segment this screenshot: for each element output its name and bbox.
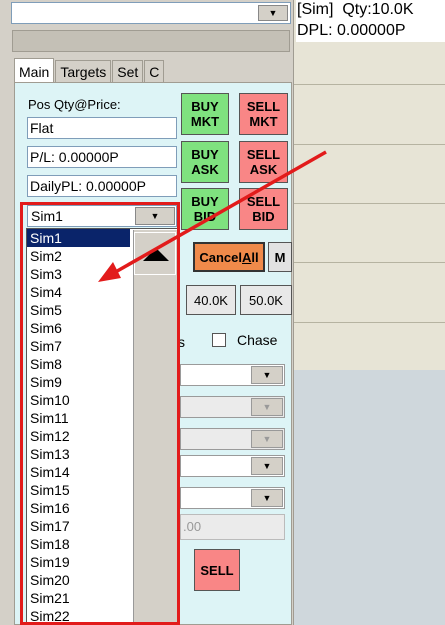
- account-combo-value: Sim1: [31, 208, 63, 224]
- chevron-down-icon[interactable]: ▼: [258, 5, 288, 21]
- chart-lower-region: [294, 370, 445, 625]
- dropdown-item[interactable]: Sim7: [27, 337, 130, 355]
- dropdown-item[interactable]: Sim16: [27, 499, 130, 517]
- partial-label: s: [178, 334, 185, 350]
- dropdown-item[interactable]: Sim2: [27, 247, 130, 265]
- position-label: Pos Qty@Price:: [28, 97, 121, 112]
- order-type-combo[interactable]: ▼: [180, 364, 285, 386]
- price-spinner[interactable]: .00: [180, 514, 285, 540]
- dropdown-scrollbar[interactable]: [133, 230, 177, 625]
- dropdown-item[interactable]: Sim13: [27, 445, 130, 463]
- dropdown-item[interactable]: Sim18: [27, 535, 130, 553]
- daily-pl-field: DailyPL: 0.00000P: [27, 175, 177, 197]
- pl-field: P/L: 0.00000P: [27, 146, 177, 168]
- sell-button[interactable]: SELL: [194, 549, 240, 591]
- sell-ask-label: SELL ASK: [246, 147, 281, 177]
- dropdown-item[interactable]: Sim15: [27, 481, 130, 499]
- buy-mkt-button[interactable]: BUY MKT: [181, 93, 229, 135]
- scroll-up-button[interactable]: [134, 232, 176, 275]
- chevron-down-icon[interactable]: ▼: [251, 489, 283, 507]
- chart-gridline: [294, 203, 445, 204]
- dropdown-item[interactable]: Sim4: [27, 283, 130, 301]
- dropdown-item[interactable]: Sim9: [27, 373, 130, 391]
- sell-bid-label: SELL BID: [246, 194, 281, 224]
- sell-mkt-label: SELL MKT: [246, 99, 281, 129]
- buy-bid-button[interactable]: BUY BID: [181, 188, 229, 230]
- route-combo[interactable]: ▼: [180, 455, 285, 477]
- qty-40k-button[interactable]: 40.0K: [186, 285, 236, 315]
- dropdown-item[interactable]: Sim14: [27, 463, 130, 481]
- chart-gridline: [294, 144, 445, 145]
- dropdown-item[interactable]: Sim20: [27, 571, 130, 589]
- buy-ask-label: BUY ASK: [191, 147, 219, 177]
- chart-gridline: [294, 322, 445, 323]
- account-qty-readout: [Sim] Qty:10.0K: [297, 1, 414, 18]
- tab-bar: Main Targets Set C: [14, 58, 165, 83]
- account-combo[interactable]: Sim1 ▼: [27, 205, 177, 227]
- status-strip: [12, 30, 290, 52]
- chart-gridline: [294, 262, 445, 263]
- tab-set[interactable]: Set: [112, 60, 144, 83]
- chase-label: Chase: [237, 332, 278, 348]
- dropdown-item[interactable]: Sim6: [27, 319, 130, 337]
- dropdown-item[interactable]: Sim22: [27, 607, 130, 624]
- dropdown-item[interactable]: Sim12: [27, 427, 130, 445]
- chart-gridline: [294, 84, 445, 85]
- buy-bid-label: BUY BID: [191, 194, 219, 224]
- sell-ask-button[interactable]: SELL ASK: [239, 141, 288, 183]
- symbol-combo[interactable]: ▼: [11, 2, 291, 24]
- chevron-down-icon[interactable]: ▼: [251, 366, 283, 384]
- chevron-down-icon[interactable]: ▼: [251, 430, 283, 448]
- buy-ask-button[interactable]: BUY ASK: [181, 141, 229, 183]
- sell-mkt-button[interactable]: SELL MKT: [239, 93, 288, 135]
- tab-c[interactable]: C: [144, 60, 165, 83]
- dropdown-item[interactable]: Sim1: [27, 229, 130, 247]
- chase-checkbox[interactable]: [212, 333, 226, 347]
- dpl-readout: DPL: 0.00000P: [297, 22, 406, 39]
- chevron-down-icon[interactable]: ▼: [135, 207, 175, 225]
- tif-combo[interactable]: ▼: [180, 487, 285, 509]
- position-field: Flat: [27, 117, 177, 139]
- tab-main[interactable]: Main: [14, 58, 55, 83]
- dropdown-item[interactable]: Sim11: [27, 409, 130, 427]
- dropdown-item[interactable]: Sim5: [27, 301, 130, 319]
- qty-50k-button[interactable]: 50.0K: [240, 285, 292, 315]
- dropdown-item[interactable]: Sim19: [27, 553, 130, 571]
- arrow-up-icon: [143, 248, 169, 261]
- dropdown-item[interactable]: Sim3: [27, 265, 130, 283]
- disabled-combo-2[interactable]: ▼: [180, 428, 285, 450]
- disabled-combo-1[interactable]: ▼: [180, 396, 285, 418]
- tab-targets[interactable]: Targets: [55, 60, 112, 83]
- dropdown-item[interactable]: Sim8: [27, 355, 130, 373]
- cancel-all-button[interactable]: Cancel All: [193, 242, 265, 272]
- buy-mkt-label: BUY MKT: [190, 99, 220, 129]
- dropdown-item[interactable]: Sim21: [27, 589, 130, 607]
- dropdown-item[interactable]: Sim17: [27, 517, 130, 535]
- dropdown-item[interactable]: Sim10: [27, 391, 130, 409]
- chevron-down-icon[interactable]: ▼: [251, 457, 283, 475]
- sell-bid-button[interactable]: SELL BID: [239, 188, 288, 230]
- chevron-down-icon[interactable]: ▼: [251, 398, 283, 416]
- m-button[interactable]: M: [268, 242, 292, 272]
